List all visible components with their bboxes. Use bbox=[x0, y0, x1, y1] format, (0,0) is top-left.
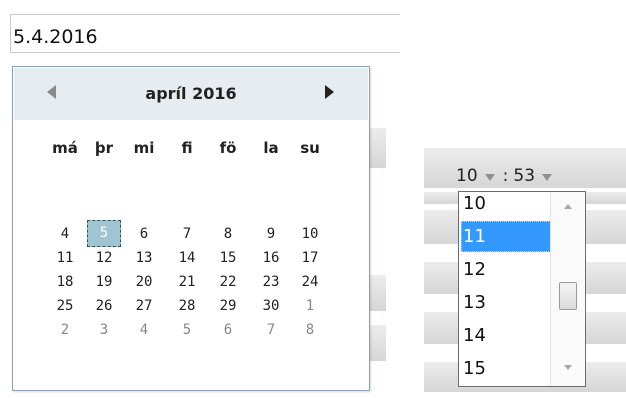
calendar-day[interactable]: 22 bbox=[212, 271, 244, 293]
calendar-day[interactable]: 30 bbox=[255, 295, 287, 317]
weekday-label: fi bbox=[181, 139, 193, 157]
calendar-day[interactable]: 21 bbox=[171, 271, 203, 293]
background-row bbox=[370, 128, 386, 168]
calendar-day[interactable]: 19 bbox=[88, 271, 120, 293]
month-label: apríl 2016 bbox=[145, 84, 237, 103]
calendar-day[interactable]: 8 bbox=[212, 223, 244, 245]
calendar-day[interactable]: 15 bbox=[212, 247, 244, 269]
weekday-label: mi bbox=[133, 139, 155, 157]
background-row bbox=[370, 325, 386, 361]
hour-option[interactable]: 12 bbox=[461, 254, 551, 285]
hour-value[interactable]: 10 bbox=[456, 166, 478, 186]
calendar-day[interactable]: 4 bbox=[128, 319, 160, 341]
weekday-label: þr bbox=[94, 139, 114, 157]
weekday-header: má þr mi fi fö la su bbox=[35, 139, 355, 163]
hour-option[interactable]: 11 bbox=[461, 221, 551, 252]
next-month-icon[interactable] bbox=[325, 85, 334, 99]
background-row bbox=[370, 275, 386, 311]
calendar-header: apríl 2016 bbox=[14, 68, 368, 120]
calendar-day[interactable]: 7 bbox=[255, 319, 287, 341]
calendar-day[interactable]: 27 bbox=[128, 295, 160, 317]
calendar-popup: apríl 2016 máþrmififölasu 12345678910111… bbox=[12, 66, 370, 391]
weekday-label: má bbox=[52, 139, 78, 157]
hour-option[interactable]: 10 bbox=[461, 192, 551, 219]
minute-dropdown-arrow-icon[interactable] bbox=[542, 173, 553, 181]
hour-option[interactable]: 14 bbox=[461, 320, 551, 351]
calendar-day[interactable]: 5 bbox=[171, 319, 203, 341]
calendar-day[interactable]: 12 bbox=[88, 247, 120, 269]
weekday-label: su bbox=[300, 139, 320, 157]
calendar-day[interactable]: 17 bbox=[294, 247, 326, 269]
minute-value[interactable]: 53 bbox=[513, 166, 535, 186]
calendar-day[interactable]: 7 bbox=[171, 223, 203, 245]
calendar-day[interactable]: 13 bbox=[128, 247, 160, 269]
weekday-label: fö bbox=[219, 139, 237, 157]
time-picker: 10 : 53 bbox=[456, 164, 560, 188]
calendar-day[interactable]: 26 bbox=[88, 295, 120, 317]
hour-dropdown-arrow-icon[interactable] bbox=[484, 173, 495, 181]
scroll-down-icon[interactable] bbox=[564, 365, 572, 370]
calendar-day[interactable]: 6 bbox=[212, 319, 244, 341]
calendar-day[interactable]: 14 bbox=[171, 247, 203, 269]
calendar-days: 1234567891011121314151617181920212223242… bbox=[35, 217, 355, 357]
calendar-day[interactable]: 29 bbox=[212, 295, 244, 317]
date-input[interactable] bbox=[10, 14, 400, 53]
calendar-day[interactable]: 10 bbox=[294, 223, 326, 245]
calendar-day[interactable]: 4 bbox=[49, 223, 81, 245]
hour-option[interactable]: 13 bbox=[461, 287, 551, 318]
time-separator: : bbox=[502, 166, 509, 186]
calendar-day[interactable]: 1 bbox=[294, 295, 326, 317]
calendar-day[interactable]: 18 bbox=[49, 271, 81, 293]
scroll-up-icon[interactable] bbox=[564, 204, 572, 209]
scroll-thumb[interactable] bbox=[559, 282, 577, 310]
calendar-day[interactable]: 25 bbox=[49, 295, 81, 317]
scrollbar[interactable] bbox=[550, 192, 585, 386]
calendar-day[interactable]: 28 bbox=[171, 295, 203, 317]
calendar-day[interactable]: 2 bbox=[49, 319, 81, 341]
calendar-day[interactable]: 16 bbox=[255, 247, 287, 269]
hour-listbox[interactable]: 15 14 13 12 11 10 bbox=[458, 191, 586, 387]
hour-option[interactable]: 15 bbox=[461, 353, 551, 384]
calendar-day[interactable]: 9 bbox=[255, 223, 287, 245]
calendar-day[interactable]: 11 bbox=[49, 247, 81, 269]
calendar-day[interactable]: 6 bbox=[128, 223, 160, 245]
calendar-day[interactable]: 23 bbox=[255, 271, 287, 293]
weekday-label: la bbox=[263, 139, 279, 157]
calendar-day[interactable]: 3 bbox=[88, 319, 120, 341]
calendar-day-selected[interactable]: 5 bbox=[87, 220, 121, 247]
calendar-day[interactable]: 20 bbox=[128, 271, 160, 293]
calendar-day[interactable]: 8 bbox=[294, 319, 326, 341]
calendar-day[interactable]: 24 bbox=[294, 271, 326, 293]
